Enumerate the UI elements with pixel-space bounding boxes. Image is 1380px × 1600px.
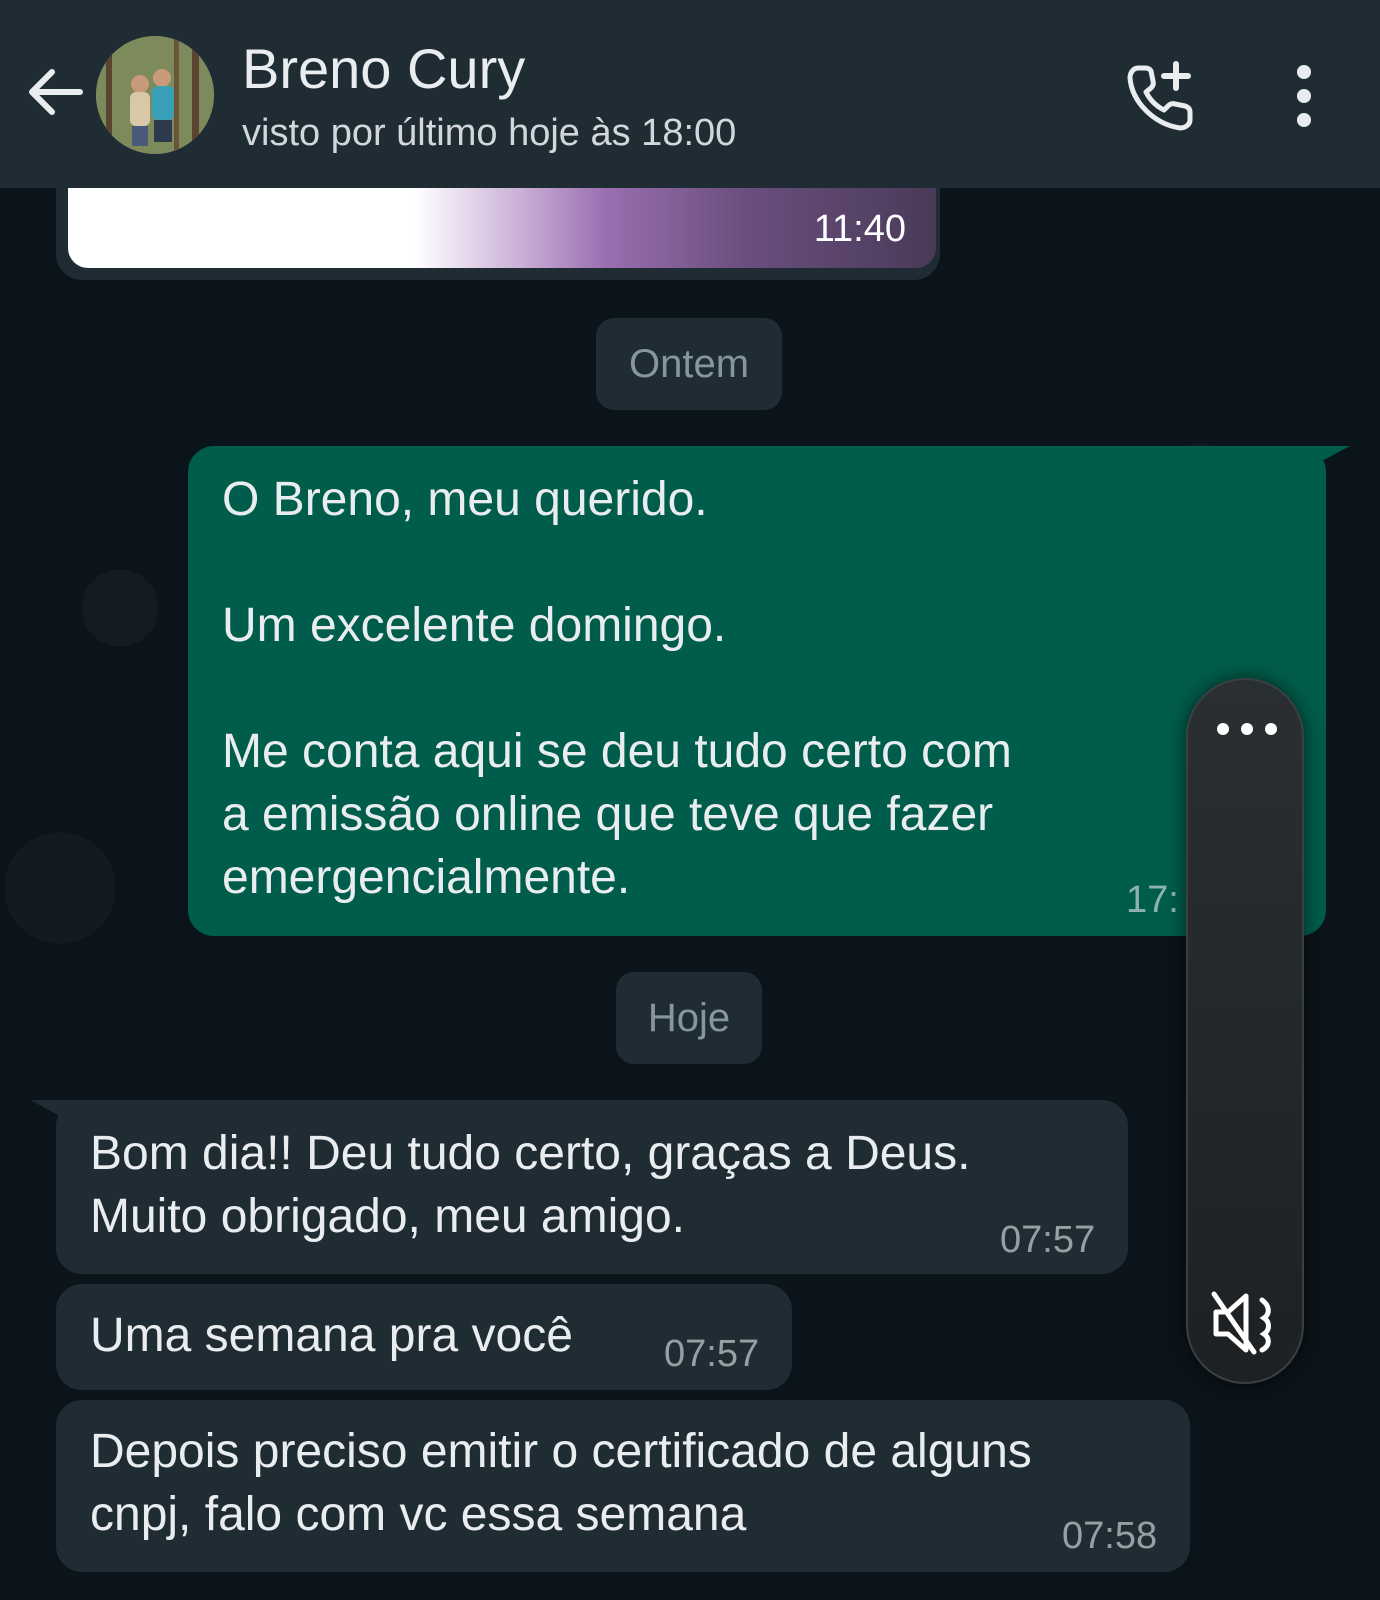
avatar-image <box>96 36 214 154</box>
message-time: 11:40 <box>813 208 906 250</box>
floating-side-panel[interactable] <box>1186 678 1304 1384</box>
arrow-left-icon <box>29 69 83 115</box>
date-divider-today: Hoje <box>616 972 762 1064</box>
message-time: 07:57 <box>664 1333 760 1375</box>
chat-header: Breno Cury visto por último hoje às 18:0… <box>0 0 1380 188</box>
date-divider-yesterday: Ontem <box>596 318 782 410</box>
message-time: 07:57 <box>1000 1219 1096 1261</box>
back-button[interactable] <box>24 60 88 124</box>
message-text: O Breno, meu querido. Um excelente domin… <box>222 473 1012 904</box>
image-message[interactable]: 11:40 <box>56 188 940 280</box>
panel-more-button[interactable] <box>1210 714 1284 744</box>
message-text: Depois preciso emitir o certificado de a… <box>90 1425 1032 1541</box>
image-thumbnail: 11:40 <box>68 188 936 268</box>
incoming-message[interactable]: Uma semana pra você 07:57 <box>56 1284 792 1390</box>
incoming-message[interactable]: Bom dia!! Deu tudo certo, graças a Deus.… <box>56 1100 1128 1274</box>
last-seen-status: visto por último hoje às 18:00 <box>242 112 737 154</box>
incoming-message[interactable]: Depois preciso emitir o certificado de a… <box>56 1400 1190 1572</box>
add-call-button[interactable] <box>1124 58 1200 134</box>
panel-mute-button[interactable] <box>1210 1286 1284 1360</box>
message-time: 17: <box>1126 879 1179 921</box>
more-horiz-icon <box>1217 723 1277 735</box>
volume-mute-icon <box>1211 1291 1271 1355</box>
avatar[interactable] <box>96 36 214 154</box>
phone-add-icon <box>1127 61 1193 131</box>
message-time: 07:58 <box>1062 1515 1158 1557</box>
more-options-button[interactable] <box>1282 62 1326 130</box>
more-vert-icon <box>1297 65 1311 127</box>
message-text: Bom dia!! Deu tudo certo, graças a Deus.… <box>90 1127 971 1243</box>
contact-name[interactable]: Breno Cury <box>242 36 525 101</box>
outgoing-message[interactable]: O Breno, meu querido. Um excelente domin… <box>188 446 1326 936</box>
message-text: Uma semana pra você <box>90 1309 573 1362</box>
